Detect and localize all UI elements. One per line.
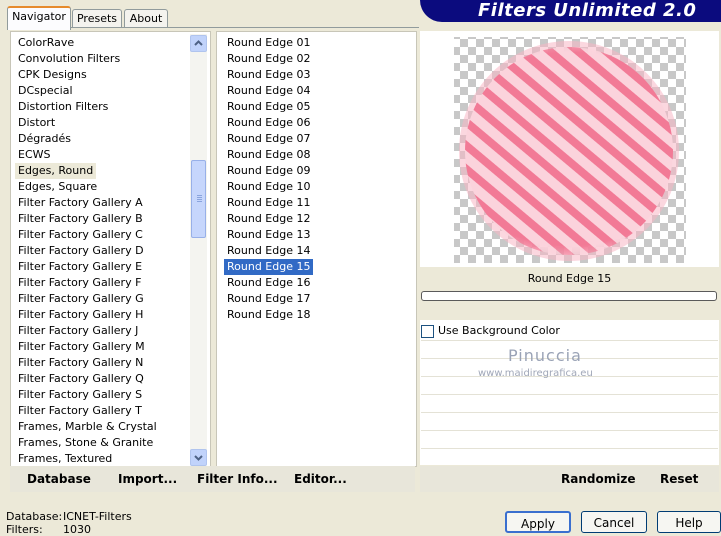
category-item[interactable]: Edges, Square bbox=[18, 179, 97, 195]
category-item[interactable]: Filter Factory Gallery A bbox=[18, 195, 143, 211]
reset-button[interactable]: Reset bbox=[660, 472, 698, 486]
filter-item[interactable]: Round Edge 11 bbox=[224, 195, 313, 211]
category-item[interactable]: Filter Factory Gallery T bbox=[18, 403, 142, 419]
preview-panel bbox=[420, 31, 719, 267]
filter-item[interactable]: Round Edge 13 bbox=[224, 227, 313, 243]
randomize-button[interactable]: Randomize bbox=[561, 472, 635, 486]
tab-presets[interactable]: Presets bbox=[72, 9, 122, 28]
filter-item[interactable]: Round Edge 04 bbox=[224, 83, 313, 99]
category-item[interactable]: Filter Factory Gallery E bbox=[18, 259, 142, 275]
category-item[interactable]: Convolution Filters bbox=[18, 51, 120, 67]
filter-item[interactable]: Round Edge 15 bbox=[224, 259, 314, 275]
filter-item[interactable]: Round Edge 14 bbox=[224, 243, 313, 259]
filter-item[interactable]: Round Edge 08 bbox=[224, 147, 313, 163]
category-item[interactable]: ColorRave bbox=[18, 35, 74, 51]
preview-image bbox=[454, 37, 686, 263]
tab-navigator[interactable]: Navigator bbox=[7, 6, 71, 30]
status-database-label: Database: bbox=[6, 510, 63, 523]
scroll-thumb[interactable] bbox=[191, 160, 206, 238]
filter-item[interactable]: Round Edge 02 bbox=[224, 51, 313, 67]
help-button[interactable]: Help bbox=[657, 511, 721, 533]
category-item[interactable]: Frames, Marble & Crystal bbox=[18, 419, 157, 435]
chevron-down-icon bbox=[194, 455, 203, 461]
status-database-value: ICNET-Filters bbox=[63, 510, 132, 523]
category-item[interactable]: Filter Factory Gallery B bbox=[18, 211, 143, 227]
watermark-name: Pinuccia bbox=[508, 346, 582, 365]
use-background-color-label: Use Background Color bbox=[438, 324, 560, 337]
category-item[interactable]: Filter Factory Gallery D bbox=[18, 243, 144, 259]
filter-item[interactable]: Round Edge 06 bbox=[224, 115, 313, 131]
status-filters-label: Filters: bbox=[6, 523, 43, 536]
filter-item[interactable]: Round Edge 07 bbox=[224, 131, 313, 147]
filter-item[interactable]: Round Edge 16 bbox=[224, 275, 313, 291]
category-item[interactable]: ECWS bbox=[18, 147, 51, 163]
category-item[interactable]: Filter Factory Gallery Q bbox=[18, 371, 144, 387]
watermark-url: www.maidiregrafica.eu bbox=[478, 368, 593, 379]
filter-item[interactable]: Round Edge 12 bbox=[224, 211, 313, 227]
chevron-up-icon bbox=[194, 40, 203, 46]
cancel-button[interactable]: Cancel bbox=[581, 511, 647, 533]
category-item[interactable]: Dégradés bbox=[18, 131, 71, 147]
use-background-color-checkbox[interactable] bbox=[421, 325, 434, 338]
filter-item[interactable]: Round Edge 01 bbox=[224, 35, 313, 51]
scroll-up-button[interactable] bbox=[190, 35, 207, 52]
category-item[interactable]: Edges, Round bbox=[15, 163, 97, 179]
filter-item[interactable]: Round Edge 09 bbox=[224, 163, 313, 179]
tab-about[interactable]: About bbox=[124, 9, 168, 28]
status-filters-value: 1030 bbox=[63, 523, 91, 536]
category-item[interactable]: Frames, Stone & Granite bbox=[18, 435, 153, 451]
filter-item[interactable]: Round Edge 03 bbox=[224, 67, 313, 83]
category-item[interactable]: Filter Factory Gallery N bbox=[18, 355, 143, 371]
category-item[interactable]: DCspecial bbox=[18, 83, 73, 99]
filter-item[interactable]: Round Edge 17 bbox=[224, 291, 313, 307]
category-item[interactable]: Filter Factory Gallery S bbox=[18, 387, 142, 403]
category-item[interactable]: Filter Factory Gallery H bbox=[18, 307, 143, 323]
import-button[interactable]: Import... bbox=[118, 472, 177, 486]
category-item[interactable]: Frames, Textured bbox=[18, 451, 112, 467]
filter-info-button[interactable]: Filter Info... bbox=[197, 472, 278, 486]
category-item[interactable]: Filter Factory Gallery M bbox=[18, 339, 145, 355]
category-item[interactable]: Filter Factory Gallery C bbox=[18, 227, 143, 243]
apply-button[interactable]: Apply bbox=[505, 511, 571, 533]
category-item[interactable]: Filter Factory Gallery G bbox=[18, 291, 144, 307]
editor-button[interactable]: Editor... bbox=[294, 472, 347, 486]
filter-item[interactable]: Round Edge 05 bbox=[224, 99, 313, 115]
category-item[interactable]: CPK Designs bbox=[18, 67, 87, 83]
filter-item[interactable]: Round Edge 18 bbox=[224, 307, 313, 323]
preview-progress-bar bbox=[421, 291, 717, 301]
category-scrollbar[interactable] bbox=[190, 34, 207, 464]
category-item[interactable]: Filter Factory Gallery J bbox=[18, 323, 138, 339]
category-item[interactable]: Filter Factory Gallery F bbox=[18, 275, 141, 291]
database-button[interactable]: Database bbox=[27, 472, 91, 486]
preview-filter-name: Round Edge 15 bbox=[527, 272, 612, 285]
options-panel bbox=[420, 320, 719, 465]
app-title: Filters Unlimited 2.0 bbox=[478, 0, 697, 21]
category-item[interactable]: Distortion Filters bbox=[18, 99, 108, 115]
scroll-down-button[interactable] bbox=[190, 449, 207, 466]
category-item[interactable]: Distort bbox=[18, 115, 55, 131]
filter-item[interactable]: Round Edge 10 bbox=[224, 179, 313, 195]
